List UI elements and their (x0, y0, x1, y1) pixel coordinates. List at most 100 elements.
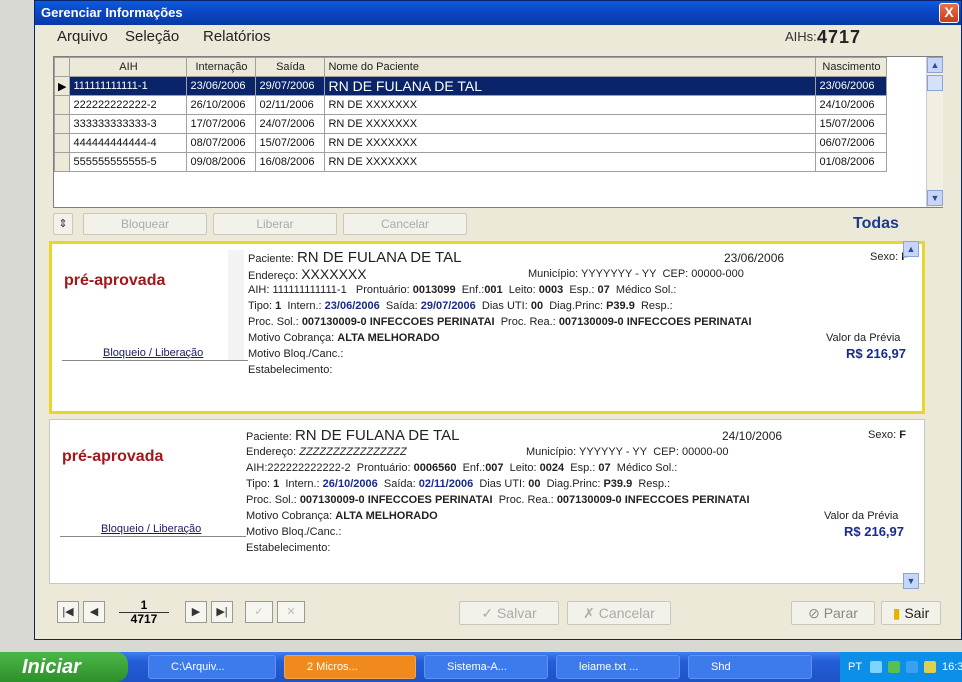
row-indicator (53, 95, 71, 115)
patient-name: RN DE FULANA DE TAL (294, 427, 460, 444)
filter-todas[interactable]: Todas (853, 215, 899, 233)
tray-app-icon[interactable] (924, 661, 936, 673)
task-shd[interactable]: Shd (688, 655, 812, 679)
scroll-down-icon[interactable]: ▼ (903, 573, 919, 589)
record-total: 4717 (119, 612, 169, 626)
birth-date: 23/06/2006 (724, 251, 785, 265)
line-estabelecimento: Estabelecimento: (246, 542, 331, 554)
cell-nome: RN DE FULANA DE TAL (324, 76, 817, 96)
aih-grid[interactable]: AIH Internação Saída Nome do Paciente Na… (53, 56, 943, 208)
scroll-up-icon[interactable]: ▲ (927, 57, 943, 73)
table-row[interactable]: 444444444444-4 08/07/2006 15/07/2006 RN … (53, 133, 888, 153)
task-arquivo[interactable]: C:\Arquiv... (148, 655, 276, 679)
last-record-icon[interactable]: ▶| (211, 601, 233, 623)
task-leiame[interactable]: leiame.txt ... (556, 655, 680, 679)
line-motivo: Motivo Cobrança: ALTA MELHORADO (248, 332, 440, 344)
next-record-icon[interactable]: ▶ (185, 601, 207, 623)
main-window: Gerenciar Informações X Arquivo Seleção … (34, 0, 962, 640)
line-bloqcanc: Motivo Bloq./Canc.: (248, 348, 344, 360)
status-badge: pré-aprovada (64, 272, 166, 289)
valor-label: Valor da Prévia (826, 332, 901, 344)
stop-icon: ⊘ (808, 605, 820, 621)
scroll-thumb[interactable] (927, 75, 943, 91)
menu-bar: Arquivo Seleção Relatórios AIHs: 4717 (35, 25, 961, 49)
row-indicator (53, 114, 71, 134)
cell-nome: RN DE XXXXXXX (324, 133, 817, 153)
parar-button[interactable]: ⊘ Parar (791, 601, 875, 625)
municipio-cep: Município: YYYYYY - YY CEP: 00000-00 (526, 446, 729, 458)
bloqueio-link[interactable]: Bloqueio / Liberação (98, 523, 205, 535)
status-badge: pré-aprovada (62, 448, 164, 465)
table-row[interactable]: ▶ 111111111111-1 23/06/2006 29/07/2006 R… (53, 76, 888, 96)
monitor-icon[interactable] (906, 661, 918, 673)
task-sistema[interactable]: Sistema-A... (424, 655, 548, 679)
cell-saida: 02/11/2006 (255, 95, 326, 115)
col-nome-paciente[interactable]: Nome do Paciente (324, 57, 817, 77)
cell-saida: 29/07/2006 (255, 76, 326, 96)
row-indicator-header (53, 57, 71, 77)
aih-card: pré-aprovada Bloqueio / Liberação Pacien… (49, 419, 925, 584)
scroll-up-icon[interactable]: ▲ (903, 241, 919, 257)
updown-icon[interactable]: ⇕ (53, 213, 73, 235)
prev-record-icon[interactable]: ◀ (83, 601, 105, 623)
municipio-cep: Município: YYYYYYY - YY CEP: 00000-000 (528, 268, 744, 280)
menu-relatorios[interactable]: Relatórios (203, 25, 271, 49)
task-micros[interactable]: 2 Micros... (284, 655, 416, 679)
bloqueio-link[interactable]: Bloqueio / Liberação (100, 347, 207, 359)
security-icon[interactable] (888, 661, 900, 673)
cancelar-nav-button[interactable]: ✗ Cancelar (567, 601, 671, 625)
valor-previa: R$ 216,97 (844, 524, 904, 539)
cell-saida: 15/07/2006 (255, 133, 326, 153)
line-procedimentos: Proc. Sol.: 007130009-0 INFECCOES PERINA… (246, 494, 750, 506)
cancelar-button[interactable]: Cancelar (343, 213, 467, 235)
col-aih[interactable]: AIH (69, 57, 188, 77)
table-row[interactable]: 555555555555-5 09/08/2006 16/08/2006 RN … (53, 152, 888, 172)
cell-nome: RN DE XXXXXXX (324, 95, 817, 115)
grid-scrollbar[interactable]: ▲ ▼ (926, 57, 943, 207)
col-nascimento[interactable]: Nascimento (815, 57, 888, 77)
network-icon[interactable] (870, 661, 882, 673)
cancel-icon: ✗ (583, 605, 595, 621)
line-endereco: Endereço: ZZZZZZZZZZZZZZZZ (246, 446, 407, 458)
line-motivo: Motivo Cobrança: ALTA MELHORADO (246, 510, 438, 522)
scroll-down-icon[interactable]: ▼ (927, 190, 943, 206)
cell-aih: 555555555555-5 (69, 152, 188, 172)
birth-date: 24/10/2006 (722, 429, 783, 443)
salvar-button[interactable]: ✓ Salvar (459, 601, 559, 625)
system-tray: PT 16:3 (840, 652, 962, 682)
record-current: 1 (140, 598, 148, 612)
row-indicator (53, 133, 71, 153)
cell-aih: 111111111111-1 (69, 76, 188, 96)
liberar-button[interactable]: Liberar (213, 213, 337, 235)
close-button[interactable]: X (939, 3, 959, 23)
cell-nome: RN DE XXXXXXX (324, 114, 817, 134)
cell-internacao: 26/10/2006 (186, 95, 257, 115)
cell-aih: 333333333333-3 (69, 114, 188, 134)
cell-internacao: 23/06/2006 (186, 76, 257, 96)
menu-arquivo[interactable]: Arquivo (57, 25, 108, 49)
col-internacao[interactable]: Internação (186, 57, 257, 77)
card-scrollbar[interactable] (228, 250, 244, 360)
table-header: AIH Internação Saída Nome do Paciente Na… (53, 57, 888, 77)
aih-table: AIH Internação Saída Nome do Paciente Na… (53, 57, 888, 172)
line-procedimentos: Proc. Sol.: 007130009-0 INFECCOES PERINA… (248, 316, 752, 328)
language-indicator[interactable]: PT (848, 652, 862, 682)
table-row[interactable]: 333333333333-3 17/07/2006 24/07/2006 RN … (53, 114, 888, 134)
cards-scrollbar[interactable]: ▲ ▼ (903, 241, 919, 589)
first-record-icon[interactable]: |◀ (57, 601, 79, 623)
bloquear-button[interactable]: Bloquear (83, 213, 207, 235)
aihs-label: AIHs: (785, 29, 817, 44)
line-tipo: Tipo: 1 Intern.: 23/06/2006 Saída: 29/07… (248, 300, 673, 312)
delete-icon[interactable]: ✕ (277, 601, 305, 623)
menu-selecao[interactable]: Seleção (125, 25, 179, 49)
divider (60, 536, 246, 537)
cell-internacao: 08/07/2006 (186, 133, 257, 153)
edit-icon[interactable]: ✓ (245, 601, 273, 623)
sair-button[interactable]: ▮ Sair (881, 601, 941, 625)
start-button[interactable]: Iniciar (0, 652, 128, 682)
table-row[interactable]: 222222222222-2 26/10/2006 02/11/2006 RN … (53, 95, 888, 115)
cell-nascimento: 23/06/2006 (815, 76, 888, 96)
aih-card: pré-aprovada Bloqueio / Liberação Pacien… (49, 241, 925, 414)
col-saida[interactable]: Saída (255, 57, 326, 77)
window-title: Gerenciar Informações (35, 1, 961, 25)
